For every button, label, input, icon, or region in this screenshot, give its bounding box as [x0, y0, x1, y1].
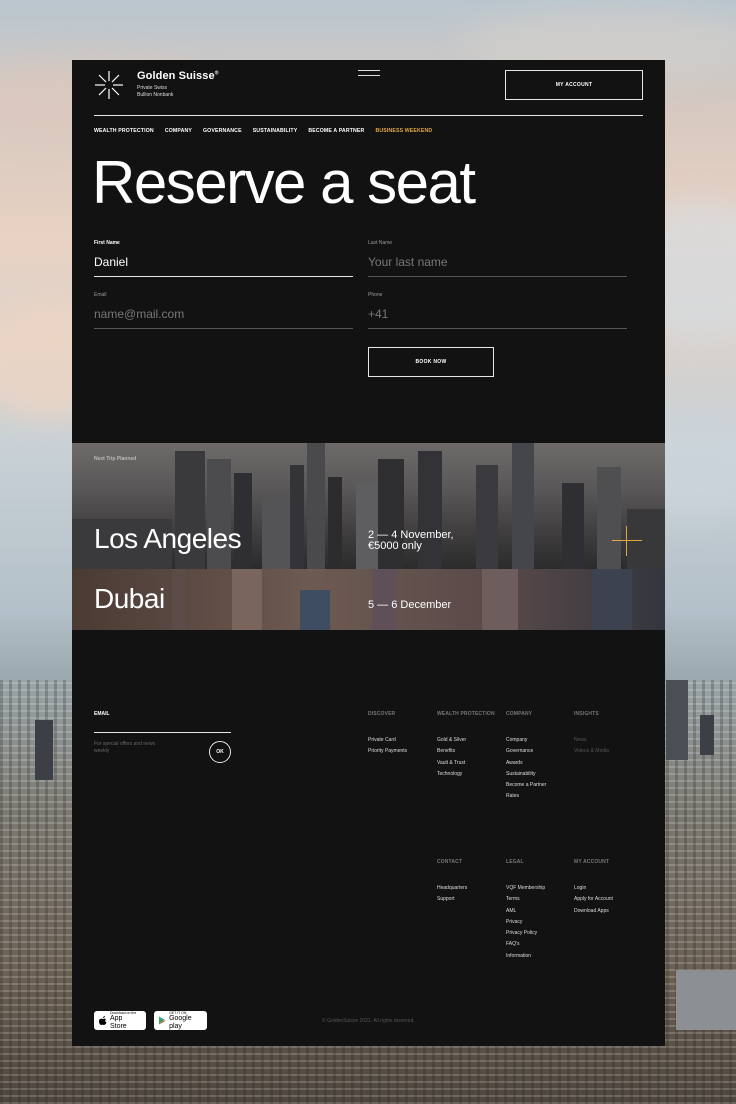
footer-link[interactable]: Benefits [437, 746, 503, 757]
footer-link[interactable]: Governance [506, 746, 572, 757]
nav-sustainability[interactable]: SUSTAINABILITY [253, 128, 298, 134]
footer-link[interactable]: Headquarters [437, 883, 503, 894]
footer-link[interactable]: Apply for Account [574, 894, 640, 905]
trip-city-dubai[interactable]: Dubai [94, 583, 165, 615]
google-play-icon [159, 1016, 167, 1025]
app-store-badge[interactable]: Download on the App Store [94, 1011, 146, 1030]
footer-link[interactable]: Login [574, 883, 640, 894]
first-name-field: First Name [94, 240, 353, 277]
crosshair-icon [612, 526, 642, 556]
footer-col-wealth-protection: WEALTH PROTECTION Gold & Silver Benefits… [437, 711, 503, 780]
footer-link[interactable]: Information [506, 951, 572, 962]
phone-label: Phone [368, 292, 383, 298]
phone-input[interactable] [368, 304, 627, 329]
footer-col-discover: DISCOVER Private Card Priority Payments [368, 711, 434, 758]
email-label: Email [94, 292, 107, 298]
page-title: Reserve a seat [92, 149, 476, 216]
footer-link[interactable]: Videos & Media [574, 746, 640, 757]
footer-link[interactable]: Vault & Trust [437, 758, 503, 769]
header-divider [94, 115, 643, 116]
footer-link[interactable]: Awards [506, 758, 572, 769]
brand-tagline: Private Swiss Bullion Nonbank [137, 85, 174, 98]
apple-icon [99, 1016, 107, 1025]
last-name-label: Last Name [368, 240, 393, 246]
footer-link[interactable]: Privacy [506, 917, 572, 928]
footer-link[interactable]: Privacy Policy [506, 928, 572, 939]
email-field: Email [94, 292, 353, 329]
phone-field: Phone [368, 292, 627, 329]
footer-link[interactable]: Gold & Silver [437, 735, 503, 746]
nav-wealth-protection[interactable]: WEALTH PROTECTION [94, 128, 154, 134]
footer-email-note: For special offers and news weekly [94, 741, 156, 754]
book-now-button[interactable]: BOOK NOW [368, 347, 494, 377]
footer-link[interactable]: Private Card [368, 735, 434, 746]
nav-governance[interactable]: GOVERNANCE [203, 128, 242, 134]
next-trip-label: Next Trip Planned [94, 456, 137, 462]
footer-col-my-account: MY ACCOUNT Login Apply for Account Downl… [574, 859, 640, 917]
footer-link[interactable]: VQF Membership [506, 883, 572, 894]
main-nav: WEALTH PROTECTION COMPANY GOVERNANCE SUS… [94, 128, 432, 134]
brand-name[interactable]: Golden Suisse® [137, 70, 219, 82]
copyright: © GoldenSuisse 2021. All rights reserved… [322, 1018, 415, 1024]
first-name-label: First Name [94, 240, 120, 246]
trips-section: Next Trip Planned Los Angeles 2 — 4 Nove… [72, 443, 665, 630]
footer-email-input[interactable] [94, 732, 231, 733]
footer-link[interactable]: News [574, 735, 640, 746]
footer-link[interactable]: Support [437, 894, 503, 905]
trip-city-los-angeles[interactable]: Los Angeles [94, 523, 242, 555]
email-input[interactable] [94, 304, 353, 329]
footer-link[interactable]: Priority Payments [368, 746, 434, 757]
nav-company[interactable]: COMPANY [165, 128, 192, 134]
main-panel: Golden Suisse® Private Swiss Bullion Non… [72, 60, 665, 1046]
google-play-badge[interactable]: GET IT ON Google play [154, 1011, 207, 1030]
footer-link[interactable]: Download Apps [574, 906, 640, 917]
footer-col-legal: LEGAL VQF Membership Terms AML Privacy P… [506, 859, 572, 962]
nav-become-a-partner[interactable]: BECOME A PARTNER [308, 128, 364, 134]
trip-date-los-angeles: 2 — 4 November, €5000 only [368, 529, 454, 552]
footer-link[interactable]: AML [506, 906, 572, 917]
logo-icon[interactable] [94, 70, 124, 100]
trip-date-dubai: 5 — 6 December [368, 599, 452, 611]
subscribe-ok-button[interactable]: OK [209, 741, 231, 763]
footer-link[interactable]: Sustainability [506, 769, 572, 780]
footer-link[interactable]: Technology [437, 769, 503, 780]
last-name-field: Last Name [368, 240, 627, 277]
my-account-button[interactable]: MY ACCOUNT [505, 70, 643, 100]
footer-col-company: COMPANY Company Governance Awards Sustai… [506, 711, 572, 803]
footer-link[interactable]: Terms [506, 894, 572, 905]
footer-link[interactable]: Company [506, 735, 572, 746]
first-name-input[interactable] [94, 252, 353, 277]
footer-email-label: EMAIL [94, 711, 110, 717]
nav-business-weekend[interactable]: BUSINESS WEEKEND [375, 128, 432, 134]
footer-link[interactable]: Rates [506, 791, 572, 802]
footer-link[interactable]: Become a Partner [506, 780, 572, 791]
footer-col-contact: CONTACT Headquarters Support [437, 859, 503, 906]
menu-icon[interactable] [358, 70, 380, 76]
last-name-input[interactable] [368, 252, 627, 277]
footer-col-insights: INSIGHTS News Videos & Media [574, 711, 640, 758]
footer-link[interactable]: FAQ's [506, 939, 572, 950]
